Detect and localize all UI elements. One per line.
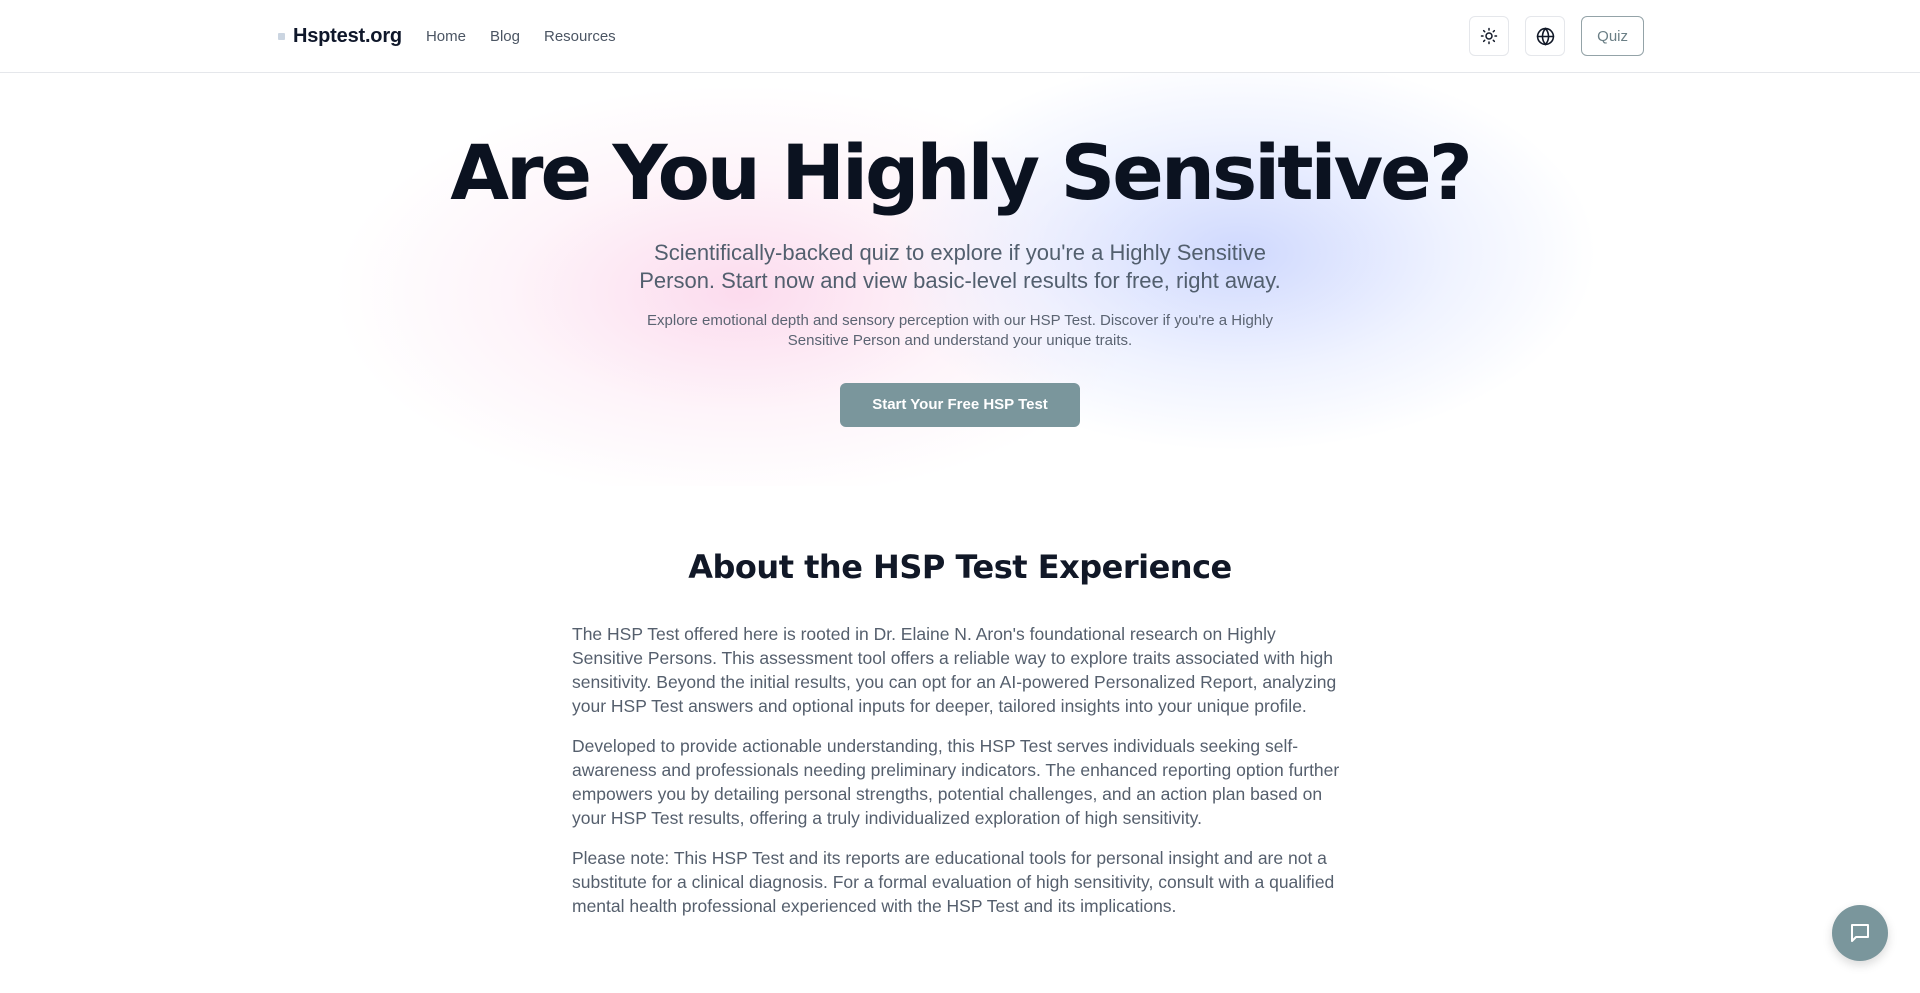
about-paragraph: Developed to provide actionable understa… <box>572 736 1340 828</box>
about-body: The HSP Test offered here is rooted in D… <box>572 622 1348 918</box>
main-nav: Home Blog Resources <box>426 28 640 45</box>
header-container: Hsptest.org Home Blog Resources Quiz <box>278 0 1644 72</box>
about-section: About the HSP Test Experience The HSP Te… <box>0 486 1920 934</box>
chat-bubble-icon <box>1851 924 1869 942</box>
logo-text: Hsptest.org <box>293 24 402 47</box>
site-logo[interactable]: Hsptest.org <box>278 25 402 48</box>
hero-title: Are You Highly Sensitive? <box>450 128 1473 217</box>
logo-mark-icon <box>278 32 285 40</box>
nav-link-home[interactable]: Home <box>426 28 466 45</box>
about-title: About the HSP Test Experience <box>688 548 1232 586</box>
hero-subtitle: Scientifically-backed quiz to explore if… <box>639 240 1281 293</box>
nav-link-blog[interactable]: Blog <box>490 28 520 45</box>
about-paragraph: The HSP Test offered here is rooted in D… <box>572 624 1337 716</box>
site-header: Hsptest.org Home Blog Resources Quiz <box>0 0 1920 73</box>
theme-toggle-button[interactable] <box>1469 16 1510 56</box>
hero-description: Explore emotional depth and sensory perc… <box>647 312 1273 349</box>
hero-section: Are You Highly Sensitive? Scientifically… <box>0 73 1920 486</box>
hero-content: Are You Highly Sensitive? Scientifically… <box>0 73 1920 427</box>
language-button[interactable] <box>1525 16 1566 56</box>
about-paragraph: Please note: This HSP Test and its repor… <box>572 848 1335 916</box>
nav-link-resources[interactable]: Resources <box>544 28 616 45</box>
globe-icon <box>1536 26 1554 46</box>
quiz-button[interactable]: Quiz <box>1581 16 1644 56</box>
header-actions: Quiz <box>1469 16 1644 56</box>
sun-icon <box>1480 27 1498 45</box>
start-test-button[interactable]: Start Your Free HSP Test <box>840 383 1080 427</box>
chat-button[interactable] <box>1832 905 1888 961</box>
